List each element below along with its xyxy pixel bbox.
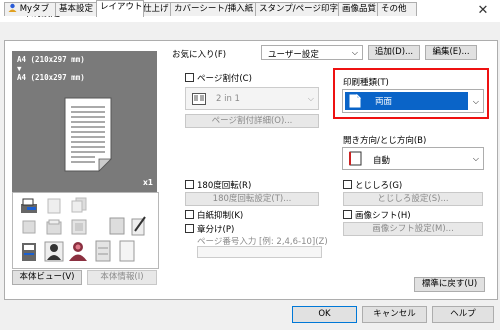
- help-button[interactable]: ヘルプ: [432, 306, 494, 323]
- binding-label: 開き方向/とじ方向(B): [343, 136, 427, 146]
- binding-select[interactable]: 自動 ⌵: [342, 147, 484, 170]
- notebook-icon: [119, 240, 135, 262]
- chapter-page-input[interactable]: [197, 246, 322, 258]
- tab-my-tab[interactable]: Myタブ: [4, 2, 58, 16]
- printer-info-button[interactable]: 本体情報(I): [87, 270, 157, 285]
- binding-margin-label: とじしろ(G): [355, 181, 403, 191]
- pencil-icon: [131, 216, 146, 236]
- rotate-180-label: 180度回転(R): [197, 181, 252, 191]
- hole-punch-icon: [22, 220, 36, 234]
- skip-blank-label: 白紙抑制(K): [197, 211, 244, 221]
- tab-cover-sheet[interactable]: カバーシート/挿入紙: [170, 2, 260, 16]
- tab-basic[interactable]: 基本設定: [55, 2, 101, 16]
- combination-checkbox[interactable]: [185, 73, 194, 82]
- finisher-icon: [71, 219, 87, 235]
- chapter-label: 章分け(P): [197, 225, 235, 235]
- chevron-down-icon: ⌵: [472, 154, 479, 163]
- rotate-180-checkbox[interactable]: [185, 180, 194, 189]
- tab-layout[interactable]: レイアウト: [96, 0, 144, 17]
- tab-other[interactable]: その他: [377, 2, 417, 16]
- chevron-down-icon: ⌵: [351, 48, 358, 57]
- favorites-select[interactable]: ユーザー設定 ⌵: [261, 45, 363, 60]
- scanner-icon[interactable]: [20, 198, 38, 214]
- binding-margin-details-button[interactable]: とじしろ設定(S)...: [343, 192, 483, 206]
- ok-button[interactable]: OK: [292, 306, 357, 323]
- tab-image-quality[interactable]: 画像品質: [338, 2, 382, 16]
- output-tray-icon: [47, 198, 61, 214]
- skip-blank-checkbox[interactable]: [185, 210, 194, 219]
- paper-size-original: A4 (210x297 mm): [17, 55, 85, 64]
- chapter-checkbox[interactable]: [185, 224, 194, 233]
- cabinet-icon: [95, 240, 111, 262]
- copies-count: x1: [142, 178, 153, 187]
- printer-device-icon: [22, 243, 36, 261]
- image-shift-checkbox[interactable]: [343, 210, 352, 219]
- combination-label: ページ割付(C): [197, 74, 252, 84]
- close-button[interactable]: ✕: [466, 0, 500, 22]
- restore-defaults-button[interactable]: 標準に戻す(U): [414, 277, 485, 292]
- page-preview-image: [64, 97, 112, 172]
- cancel-button[interactable]: キャンセル: [362, 306, 427, 323]
- user-auth-icon: [44, 241, 64, 262]
- paper-size-output: A4 (210x297 mm): [17, 73, 85, 82]
- favorites-add-button[interactable]: 追加(D)...: [368, 45, 420, 60]
- image-shift-label: 画像シフト(H): [355, 211, 411, 221]
- device-icon-panel: [12, 192, 159, 269]
- combination-details-button[interactable]: ページ割付詳細(O)...: [185, 114, 319, 128]
- paper-icon: [109, 217, 125, 235]
- chevron-down-icon: ⌵: [307, 94, 314, 103]
- image-shift-details-button[interactable]: 画像シフト設定(M)...: [343, 222, 483, 236]
- printer-view-button[interactable]: 本体ビュー(V): [12, 270, 82, 285]
- page-binding-icon: [349, 151, 362, 166]
- rotate-180-details-button[interactable]: 180度回転設定(T)...: [185, 192, 319, 206]
- binding-margin-checkbox[interactable]: [343, 180, 352, 189]
- document-stack-icon: [71, 197, 87, 213]
- booklet-icon: [46, 219, 62, 235]
- paper-size-arrow: ▼: [17, 64, 22, 73]
- favorites-label: お気に入り(F): [172, 50, 227, 60]
- favorites-edit-button[interactable]: 編集(E)...: [425, 45, 477, 60]
- user-icon: [8, 3, 17, 12]
- combination-select[interactable]: 2 in 1 ⌵: [185, 87, 319, 110]
- tab-stamp[interactable]: スタンプ/ページ印字: [255, 2, 343, 16]
- print-preview: A4 (210x297 mm) ▼ A4 (210x297 mm) x1: [12, 51, 157, 192]
- layout-2in1-icon: [192, 93, 206, 105]
- account-track-icon: [69, 242, 87, 261]
- highlight-box: [333, 68, 489, 119]
